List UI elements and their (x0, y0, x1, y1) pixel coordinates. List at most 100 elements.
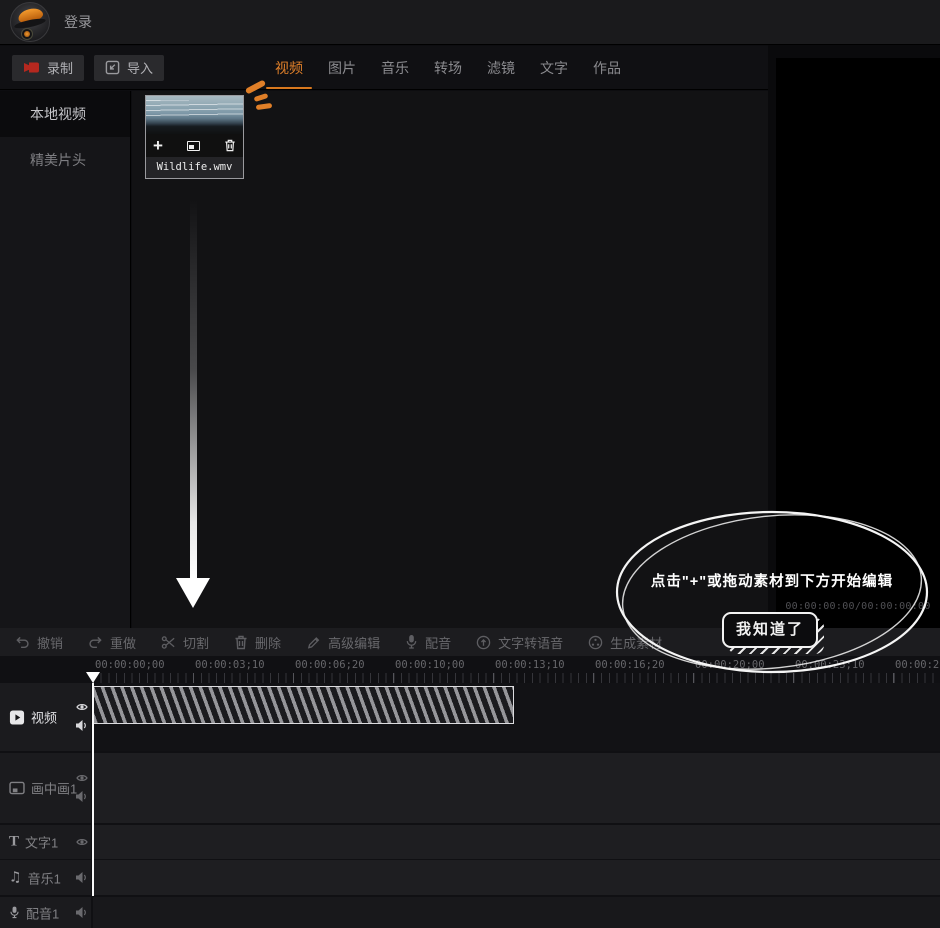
playhead-line (92, 683, 94, 896)
tab-works[interactable]: 作品 (593, 46, 621, 90)
cut-button[interactable]: 切割 (161, 633, 209, 652)
microphone-icon (405, 634, 418, 650)
tab-video[interactable]: 视频 (275, 46, 303, 90)
avatar-badge-icon (21, 28, 33, 40)
generate-material-icon (588, 635, 603, 650)
ruler-timecode: 00:00:06;20 (295, 659, 365, 671)
visibility-toggle-icon[interactable] (76, 837, 88, 847)
ruler-timecode: 00:00:13;10 (495, 659, 565, 671)
track-row-text: T 文字1 (0, 825, 940, 859)
track-lane-text[interactable] (93, 825, 940, 859)
track-row-music: ♫ 音乐1 (0, 860, 940, 895)
record-button-label: 录制 (47, 58, 73, 77)
media-thumbnail (146, 96, 243, 134)
media-filename: Wildlife.wmv (146, 157, 243, 178)
tab-text[interactable]: 文字 (540, 46, 568, 90)
timeline-ruler[interactable] (93, 673, 940, 683)
generate-material-button[interactable]: 生成素材 (588, 633, 662, 652)
visibility-toggle-icon[interactable] (76, 773, 88, 783)
video-clip[interactable] (93, 686, 514, 724)
delete-media-icon[interactable] (224, 139, 236, 152)
track-label-voiceover: 配音1 (0, 897, 91, 928)
track-label-video: 视频 (0, 683, 91, 751)
ruler-timecode: 00:00:10;00 (395, 659, 465, 671)
cut-label: 切割 (183, 633, 209, 652)
text-to-speech-button[interactable]: 文字转语音 (476, 633, 563, 652)
tab-transition[interactable]: 转场 (434, 46, 462, 90)
import-button[interactable]: 导入 (94, 55, 164, 81)
track-name-label: 配音1 (26, 903, 59, 922)
sidebar-item-intros[interactable]: 精美片头 (0, 137, 130, 183)
record-button[interactable]: 录制 (12, 55, 84, 81)
redo-label: 重做 (110, 633, 136, 652)
track-lane-music[interactable] (93, 860, 940, 895)
mute-toggle-icon[interactable] (75, 906, 88, 919)
media-library-panel: + Wildlife.wmv (132, 91, 768, 628)
visibility-toggle-icon[interactable] (76, 702, 88, 712)
library-sidebar: 本地视频 精美片头 (0, 91, 131, 628)
tab-filter[interactable]: 滤镜 (487, 46, 515, 90)
media-tabs: 视频 图片 音乐 转场 滤镜 文字 作品 (275, 46, 621, 90)
media-item-wildlife[interactable]: + Wildlife.wmv (145, 95, 244, 179)
sidebar-item-local-video[interactable]: 本地视频 (0, 91, 130, 137)
mute-toggle-icon[interactable] (75, 719, 88, 732)
microphone-track-icon (9, 906, 20, 920)
track-name-label: 音乐1 (28, 868, 61, 887)
guide-message: 点击"+"或拖动素材到下方开始编辑 (622, 570, 922, 591)
track-label-pip: 画中画1 (0, 753, 91, 823)
pip-track-icon (9, 782, 25, 795)
ruler-timecode: 00:00:20;00 (695, 659, 765, 671)
ruler-timecode: 00:00:00;00 (95, 659, 165, 671)
app-window: 登录 录制 导入 视频 图片 音乐 转场 滤镜 文字 作品 本地视频 (0, 0, 940, 928)
track-lane-pip[interactable] (93, 753, 940, 823)
track-name-label: 视频 (31, 708, 57, 727)
guide-arrow-shaft (190, 200, 197, 580)
undo-icon (15, 635, 30, 650)
undo-button[interactable]: 撤销 (15, 633, 63, 652)
mute-toggle-icon[interactable] (75, 790, 88, 803)
trash-icon (234, 635, 248, 650)
import-icon (105, 60, 120, 75)
add-to-timeline-icon[interactable]: + (153, 137, 163, 154)
preview-screen[interactable]: 00:00:00:00/00:00:00:00 (776, 58, 940, 628)
advanced-edit-button[interactable]: 高级编辑 (306, 633, 380, 652)
track-lane-video[interactable] (93, 683, 940, 751)
tab-image[interactable]: 图片 (328, 46, 356, 90)
track-label-text: T 文字1 (0, 825, 91, 859)
avatar[interactable] (10, 2, 50, 42)
playhead-handle[interactable] (86, 672, 100, 683)
timeline-panel: 00:00:00;00 00:00:03;10 00:00:06;20 00:0… (0, 656, 940, 928)
music-track-icon: ♫ (9, 871, 22, 885)
track-row-video: 视频 (0, 683, 940, 751)
track-name-label: 文字1 (25, 833, 58, 852)
undo-label: 撤销 (37, 633, 63, 652)
text-to-speech-icon (476, 635, 491, 650)
redo-icon (88, 635, 103, 650)
guide-confirm-button[interactable]: 我知道了 (722, 612, 818, 648)
preview-timecode: 00:00:00:00/00:00:00:00 (776, 601, 940, 612)
text-to-speech-label: 文字转语音 (498, 633, 563, 652)
scissors-icon (161, 635, 176, 650)
dubbing-button[interactable]: 配音 (405, 633, 451, 652)
track-row-voiceover: 配音1 (0, 897, 940, 928)
track-label-music: ♫ 音乐1 (0, 860, 91, 895)
dubbing-label: 配音 (425, 633, 451, 652)
redo-button[interactable]: 重做 (88, 633, 136, 652)
mute-toggle-icon[interactable] (75, 871, 88, 884)
advanced-edit-label: 高级编辑 (328, 633, 380, 652)
track-name-label: 画中画1 (31, 779, 77, 798)
top-bar: 登录 (0, 0, 940, 45)
delete-button[interactable]: 删除 (234, 633, 281, 652)
track-lane-voiceover[interactable] (93, 897, 940, 928)
media-item-actions: + (146, 134, 243, 157)
ruler-timecode: 00:00:23;10 (795, 659, 865, 671)
login-link[interactable]: 登录 (64, 0, 92, 45)
preview-panel: 00:00:00:00/00:00:00:00 (768, 45, 940, 628)
add-to-pip-icon[interactable] (187, 141, 200, 151)
tab-music[interactable]: 音乐 (381, 46, 409, 90)
track-row-pip: 画中画1 (0, 753, 940, 823)
media-toolbar: 录制 导入 视频 图片 音乐 转场 滤镜 文字 作品 (0, 46, 768, 90)
record-camera-icon (23, 62, 40, 73)
ruler-timecode: 00:00:16;20 (595, 659, 665, 671)
ruler-timecode: 00:00:03;10 (195, 659, 265, 671)
